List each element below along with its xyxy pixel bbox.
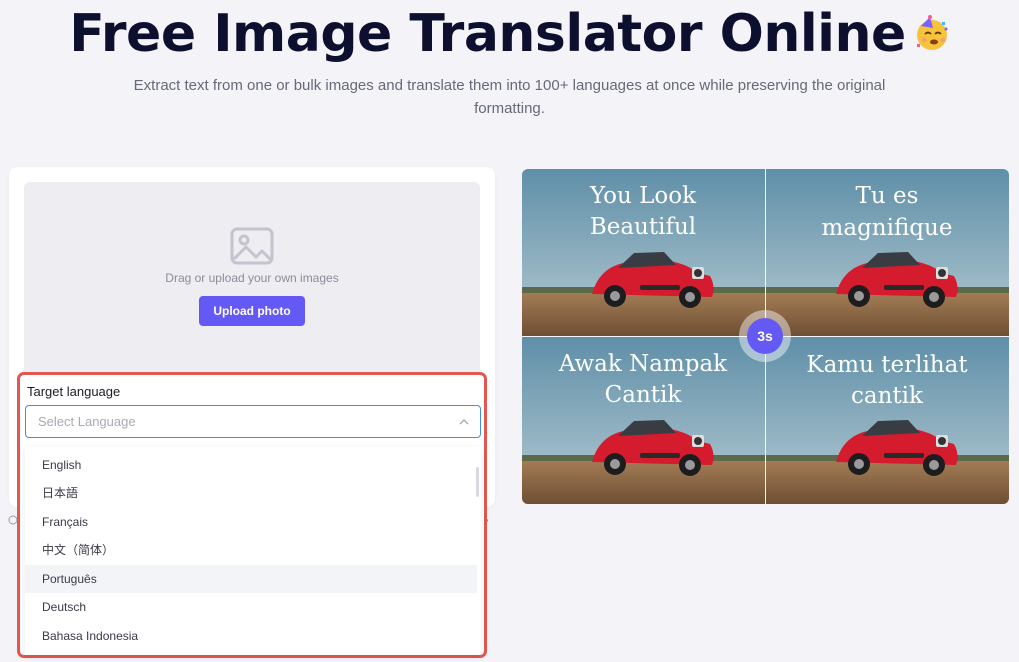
timer-countdown: 3s <box>747 318 783 354</box>
slideshow-timer: 3s <box>739 310 791 362</box>
language-option-indonesian[interactable]: Bahasa Indonesia <box>25 622 477 650</box>
chevron-up-icon <box>459 419 469 425</box>
language-option-english[interactable]: English <box>25 451 477 479</box>
page-title-text: Free Image Translator Online <box>69 4 906 64</box>
language-dropdown: English 日本語 Français 中文（简体） Português De… <box>25 447 481 655</box>
language-picker-panel: Target language Select Language English … <box>17 372 487 658</box>
language-option-japanese[interactable]: 日本語 <box>25 479 477 507</box>
image-dropzone[interactable]: Drag or upload your own images Upload ph… <box>24 182 480 382</box>
caption-indonesian-line2: cantik <box>851 383 924 409</box>
language-option-german[interactable]: Deutsch <box>25 593 477 621</box>
image-placeholder-icon <box>230 227 274 265</box>
caption-malay-line1: Awak Nampak <box>558 351 728 377</box>
party-face-emoji-icon <box>916 15 948 50</box>
upload-prompt: Drag or upload your own images <box>165 271 339 285</box>
page-subtitle: Extract text from one or bulk images and… <box>133 77 886 117</box>
language-select[interactable]: Select Language <box>25 405 481 438</box>
language-option-chinese-simplified[interactable]: 中文（简体） <box>25 536 477 564</box>
caption-english-line2: Beautiful <box>590 214 696 240</box>
upload-photo-button[interactable]: Upload photo <box>199 296 305 326</box>
language-option-french[interactable]: Français <box>25 508 477 536</box>
page-title: Free Image Translator Online <box>0 4 1019 64</box>
language-select-placeholder: Select Language <box>38 414 136 429</box>
dropdown-scrollbar[interactable] <box>476 467 479 497</box>
caption-malay-line2: Cantik <box>605 382 683 408</box>
caption-english-line1: You Look <box>589 183 697 209</box>
language-option-portuguese[interactable]: Português <box>25 565 477 593</box>
caption-french-line2: magnifique <box>822 215 953 241</box>
caption-indonesian-line1: Kamu terlihat <box>806 352 968 378</box>
caption-french-line1: Tu es <box>856 183 919 209</box>
target-language-label: Target language <box>27 384 121 399</box>
